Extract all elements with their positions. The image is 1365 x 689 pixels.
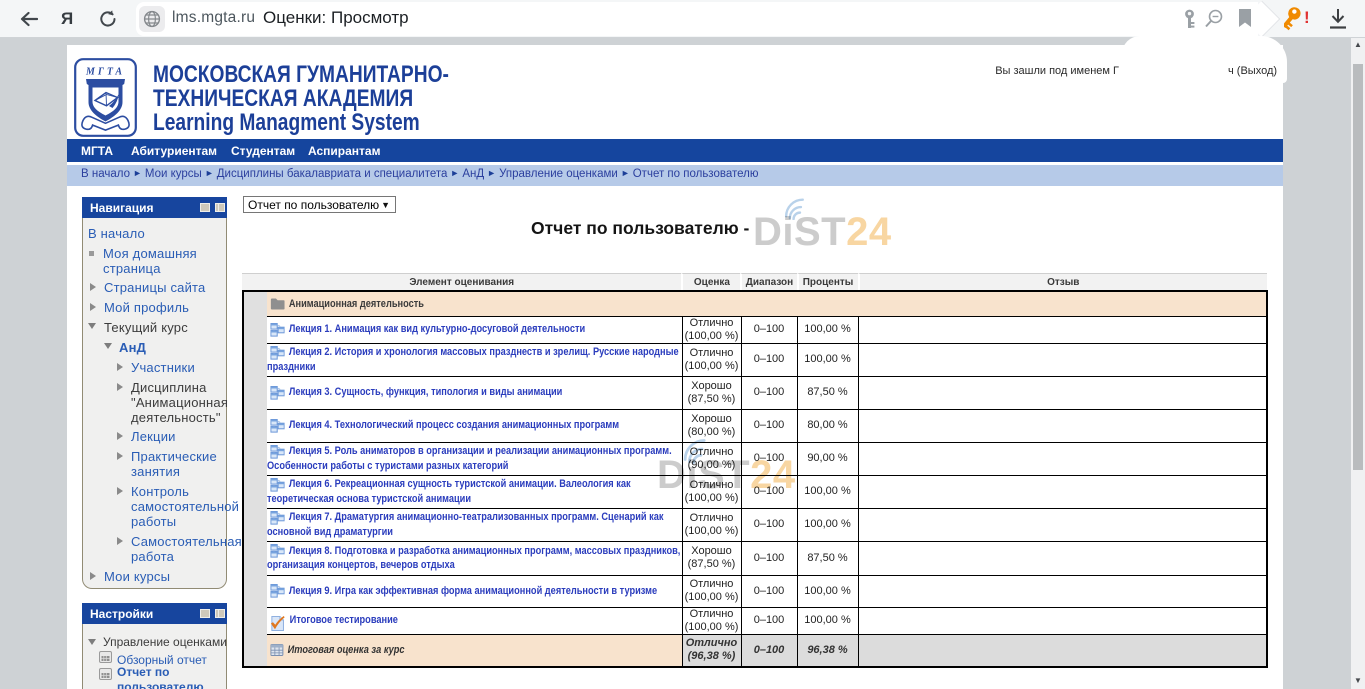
svg-text:!: ! (1304, 8, 1310, 27)
svg-text:МГТА: МГТА (85, 67, 125, 78)
